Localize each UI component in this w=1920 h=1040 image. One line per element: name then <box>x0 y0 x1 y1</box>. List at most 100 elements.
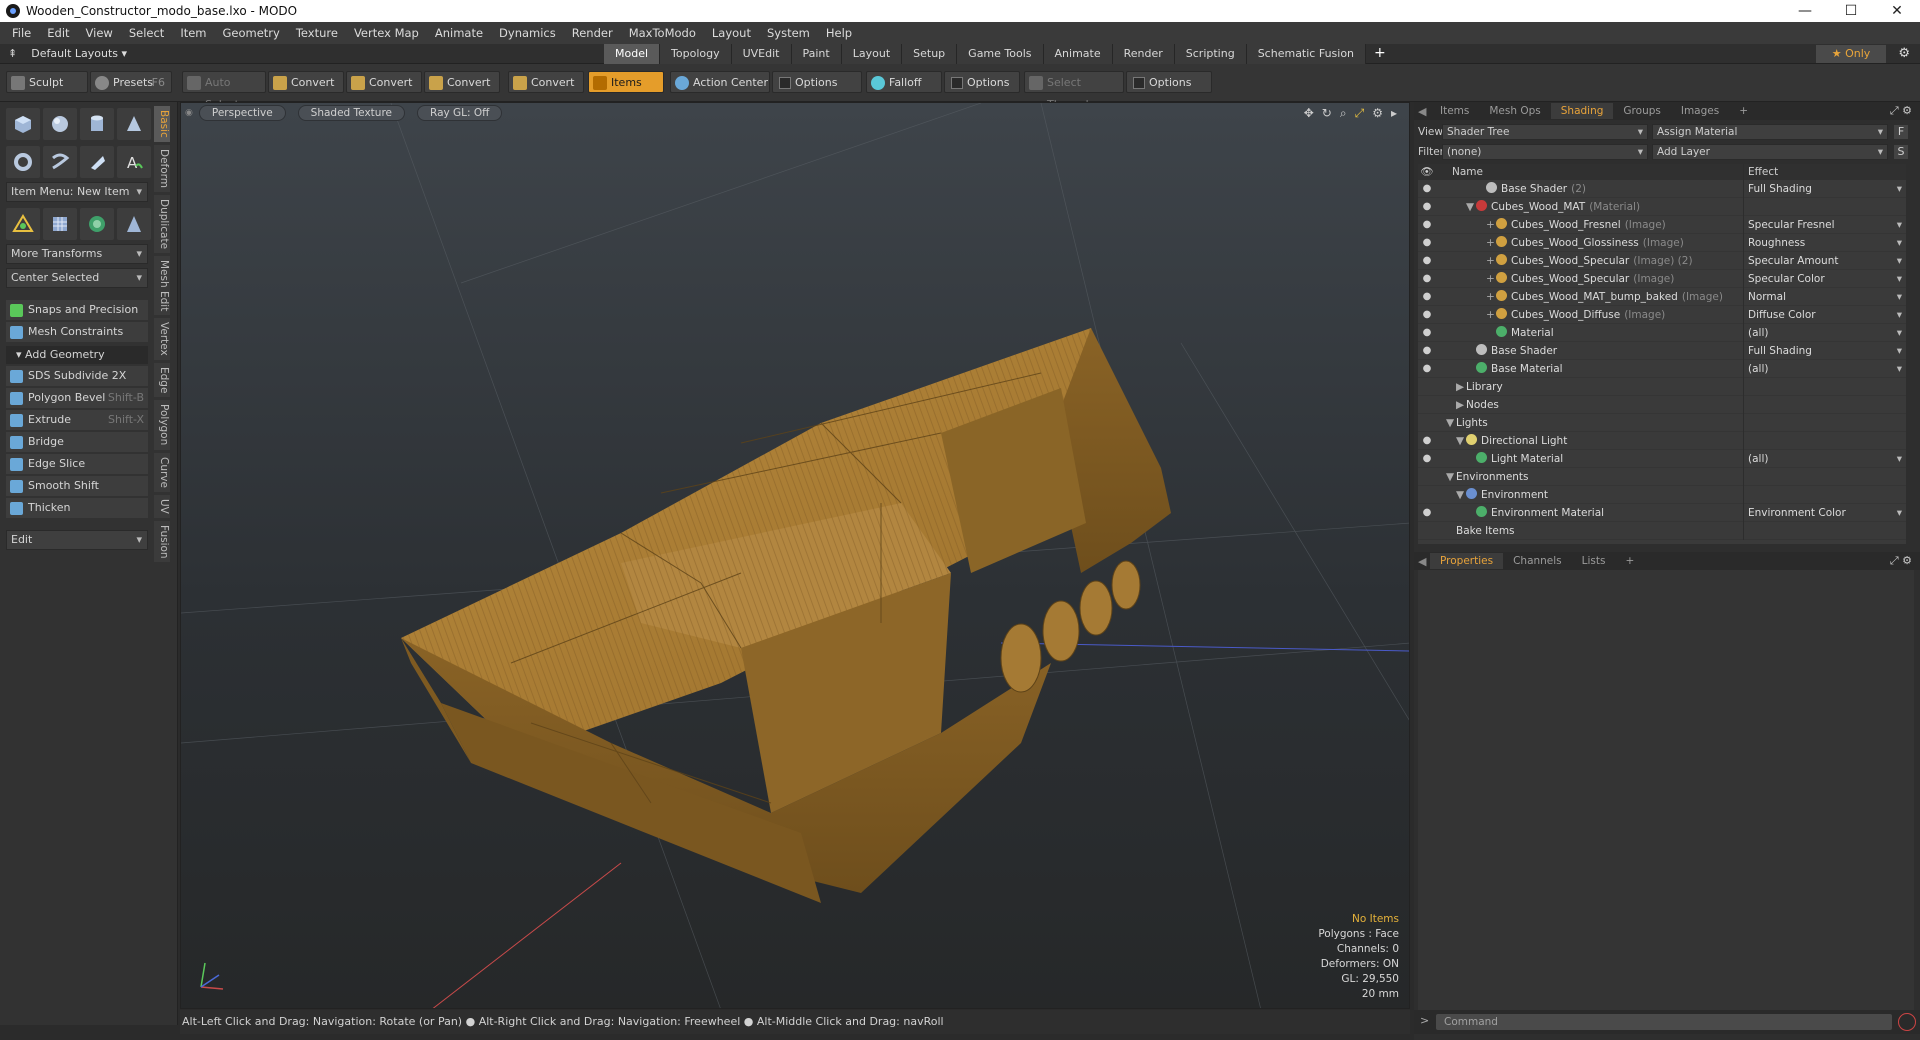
tab-animate[interactable]: Animate <box>1043 44 1113 64</box>
menu-layout[interactable]: Layout <box>704 26 759 40</box>
tube-icon[interactable] <box>43 146 77 178</box>
close-button[interactable]: ✕ <box>1874 0 1920 22</box>
pan-icon[interactable]: ✥ <box>1304 106 1314 121</box>
pyramid-icon[interactable] <box>117 208 151 240</box>
transform-icon[interactable] <box>6 208 40 240</box>
perspective-button[interactable]: Perspective <box>198 105 286 121</box>
tree-row[interactable]: ● ▼ Directional Light <box>1418 431 1906 450</box>
effect-dropdown[interactable]: Full Shading <box>1743 179 1906 198</box>
convert-edges-button[interactable]: Convert <box>346 71 422 93</box>
menu-render[interactable]: Render <box>564 26 621 40</box>
center-selected-dropdown[interactable]: Center Selected <box>6 268 148 288</box>
expand-toggle-icon[interactable]: + <box>1486 234 1496 252</box>
effect-dropdown[interactable]: (all) <box>1743 449 1906 468</box>
tab-model[interactable]: Model <box>604 44 661 64</box>
expand-toggle-icon[interactable]: ▶ <box>1456 378 1466 396</box>
scene-canvas[interactable] <box>181 103 1410 1009</box>
vtab-curve[interactable]: Curve <box>154 452 170 492</box>
effect-dropdown[interactable]: Specular Fresnel <box>1743 215 1906 234</box>
menu-help[interactable]: Help <box>818 26 860 40</box>
tree-item-name[interactable]: + Cubes_Wood_Specular (Image) (2) <box>1436 252 1743 270</box>
select-options-button[interactable]: Options <box>1126 71 1212 93</box>
expand-toggle-icon[interactable]: + <box>1486 288 1496 306</box>
tree-item-name[interactable]: Bake Items <box>1436 522 1743 540</box>
fit-icon[interactable]: ⤢ <box>1355 106 1365 121</box>
panel-menu-icon[interactable]: ◀ <box>1414 105 1430 118</box>
expand-toggle-icon[interactable]: ▼ <box>1456 486 1466 504</box>
visibility-eye-icon[interactable]: ● <box>1418 255 1436 266</box>
name-column-header[interactable]: Name <box>1436 164 1743 180</box>
tree-item-name[interactable]: + Cubes_Wood_MAT_bump_baked (Image) <box>1436 288 1743 306</box>
tab-lists[interactable]: Lists <box>1572 553 1616 569</box>
effect-dropdown[interactable]: Diffuse Color <box>1743 305 1906 324</box>
tab-paint[interactable]: Paint <box>791 44 842 64</box>
smooth-shift-button[interactable]: Smooth Shift <box>6 476 148 496</box>
effect-dropdown[interactable]: Normal <box>1743 287 1906 306</box>
visibility-eye-icon[interactable]: ● <box>1418 507 1436 518</box>
add-properties-tab-button[interactable]: + <box>1615 553 1644 569</box>
add-geometry-section[interactable]: ▾ Add Geometry <box>6 346 148 364</box>
item-menu-dropdown[interactable]: Item Menu: New Item <box>6 182 148 202</box>
menu-maxtomodo[interactable]: MaxToModo <box>621 26 704 40</box>
menu-vertex-map[interactable]: Vertex Map <box>346 26 427 40</box>
filter-dropdown[interactable]: (none) <box>1442 144 1648 160</box>
options-checkbox-2[interactable] <box>951 77 963 89</box>
expand-toggle-icon[interactable]: ▼ <box>1456 432 1466 450</box>
visibility-eye-icon[interactable]: ● <box>1418 291 1436 302</box>
action-center-options-button[interactable]: Options <box>772 71 862 93</box>
tree-row[interactable]: ● + Cubes_Wood_MAT_bump_baked (Image) Normal <box>1418 287 1906 306</box>
maximize-button[interactable]: ☐ <box>1828 0 1874 22</box>
record-icon[interactable] <box>1898 1013 1916 1031</box>
polygon-bevel-button[interactable]: Polygon Bevel Shift-B <box>6 388 148 408</box>
tree-row[interactable]: ● Base Material (all) <box>1418 359 1906 378</box>
effect-dropdown[interactable]: Roughness <box>1743 233 1906 252</box>
3d-viewport[interactable]: ◉ Perspective Shaded Texture Ray GL: Off… <box>180 102 1410 1009</box>
expand-toggle-icon[interactable]: + <box>1486 216 1496 234</box>
cube-icon[interactable] <box>6 108 40 140</box>
expand-toggle-icon[interactable]: + <box>1486 306 1496 324</box>
presets-button[interactable]: Presets F6 <box>90 71 172 93</box>
items-mode-button[interactable]: Items <box>588 71 664 93</box>
tree-row[interactable]: ▼ Environment <box>1418 485 1906 504</box>
s-button[interactable]: S <box>1894 145 1908 159</box>
tab-mesh-ops[interactable]: Mesh Ops <box>1479 103 1550 119</box>
menu-animate[interactable]: Animate <box>427 26 491 40</box>
menu-texture[interactable]: Texture <box>288 26 346 40</box>
cylinder-icon[interactable] <box>80 108 114 140</box>
edge-slice-button[interactable]: Edge Slice <box>6 454 148 474</box>
tab-shading[interactable]: Shading <box>1550 103 1614 119</box>
convert-vertices-button[interactable]: Convert <box>268 71 344 93</box>
tree-item-name[interactable]: ▼ Environments <box>1436 468 1743 486</box>
tree-row[interactable]: ▶ Nodes <box>1418 395 1906 414</box>
f-button[interactable]: F <box>1894 125 1908 139</box>
convert-items-button[interactable]: Convert <box>508 71 584 93</box>
effect-dropdown[interactable]: (all) <box>1743 359 1906 378</box>
mesh-constraints-button[interactable]: Mesh Constraints <box>6 322 148 342</box>
more-transforms-dropdown[interactable]: More Transforms <box>6 244 148 264</box>
expand-toggle-icon[interactable]: + <box>1486 270 1496 288</box>
visibility-eye-icon[interactable]: ● <box>1418 273 1436 284</box>
menu-select[interactable]: Select <box>121 26 172 40</box>
visibility-eye-icon[interactable]: ● <box>1418 453 1436 464</box>
expand-toggle-icon[interactable]: ▶ <box>1456 396 1466 414</box>
tab-images[interactable]: Images <box>1671 103 1729 119</box>
menu-edit[interactable]: Edit <box>39 26 77 40</box>
vtab-basic[interactable]: Basic <box>154 106 170 142</box>
visibility-eye-icon[interactable]: ● <box>1418 327 1436 338</box>
vtab-polygon[interactable]: Polygon <box>154 400 170 450</box>
torus-icon[interactable] <box>6 146 40 178</box>
falloff-options-button[interactable]: Options <box>944 71 1020 93</box>
expand-arrow-icon[interactable]: ▸ <box>1391 106 1397 121</box>
tree-item-name[interactable]: + Cubes_Wood_Diffuse (Image) <box>1436 306 1743 324</box>
tree-item-name[interactable]: ▼ Environment <box>1436 486 1743 504</box>
gear-icon[interactable]: ⚙ <box>1898 46 1910 61</box>
tree-row[interactable]: ● + Cubes_Wood_Specular (Image) Specular Col… <box>1418 269 1906 288</box>
vtab-fusion[interactable]: Fusion <box>154 520 170 563</box>
effect-dropdown[interactable]: Full Shading <box>1743 341 1906 360</box>
vtab-deform[interactable]: Deform <box>154 144 170 192</box>
viewport-gear-icon[interactable]: ⚙ <box>1372 106 1383 121</box>
tree-row[interactable]: ▼ Environments <box>1418 467 1906 486</box>
visibility-eye-icon[interactable]: ● <box>1418 309 1436 320</box>
tree-item-name[interactable]: Base Shader <box>1436 342 1743 360</box>
tree-row[interactable]: ● Light Material (all) <box>1418 449 1906 468</box>
